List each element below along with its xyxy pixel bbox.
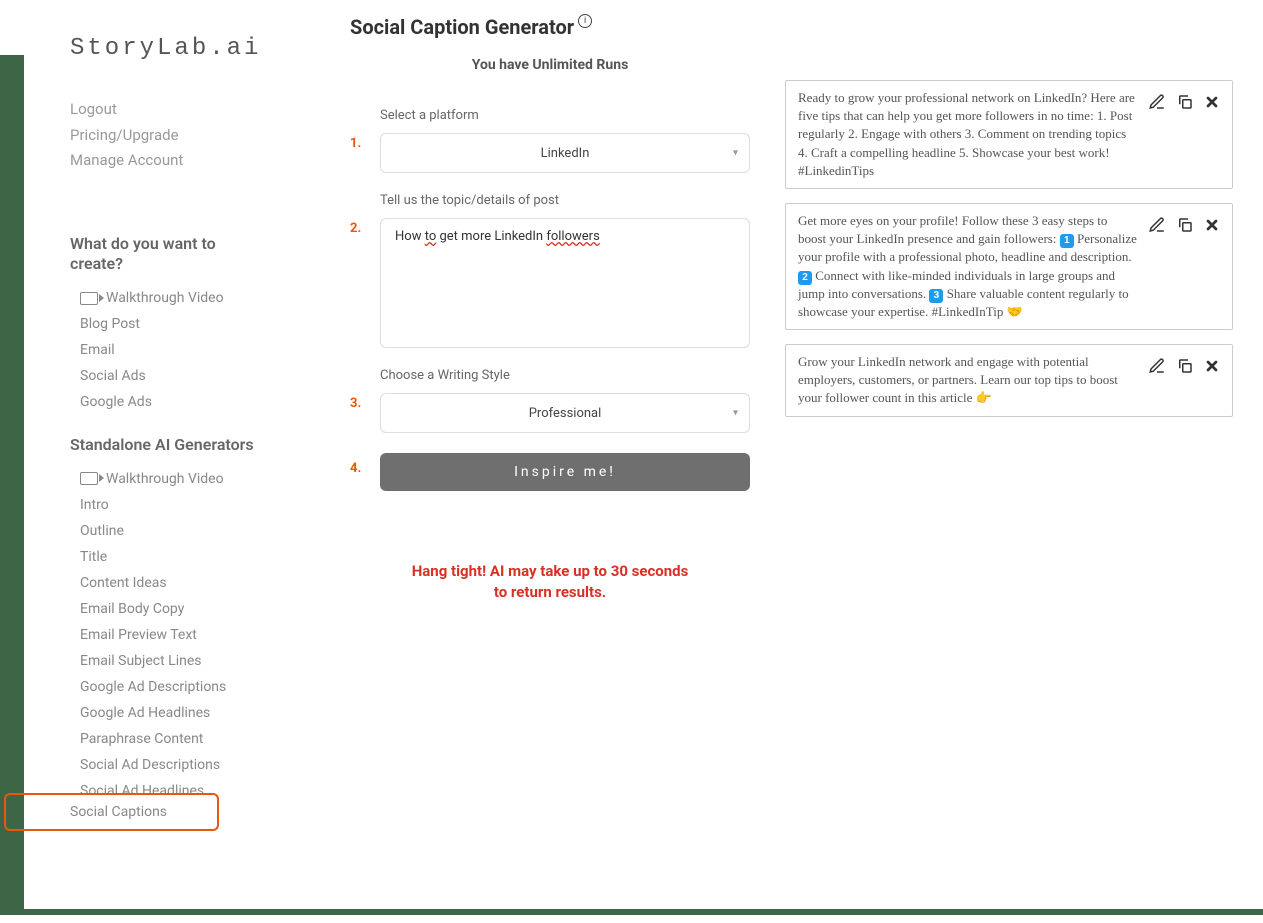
edit-icon[interactable]: [1148, 216, 1166, 234]
step-number: 2.: [350, 221, 368, 236]
step-number: 4.: [350, 461, 368, 476]
logout-link[interactable]: Logout: [70, 97, 270, 123]
result-text: Ready to grow your professional network …: [798, 89, 1138, 180]
section-header-standalone: Standalone AI Generators: [20, 435, 270, 456]
main: Social Caption Generator i You have Unli…: [290, 0, 1263, 844]
style-select[interactable]: Professional: [380, 393, 750, 433]
sidebar-item-walkthrough-2[interactable]: Walkthrough Video: [20, 466, 270, 492]
step-1: 1. Select a platform LinkedIn ▾: [350, 108, 750, 173]
sidebar-item-email[interactable]: Email: [20, 337, 270, 363]
step-4: 4. Inspire me!: [350, 453, 750, 491]
step-number: 1.: [350, 136, 368, 151]
sidebar-item-google-ad-head[interactable]: Google Ad Headlines: [20, 700, 270, 726]
result-card: Ready to grow your professional network …: [785, 80, 1233, 189]
result-card: Get more eyes on your profile! Follow th…: [785, 203, 1233, 330]
result-actions: [1148, 89, 1220, 111]
video-icon: [80, 472, 98, 485]
sidebar-item-email-body[interactable]: Email Body Copy: [20, 596, 270, 622]
result-text: Get more eyes on your profile! Follow th…: [798, 212, 1138, 321]
manage-account-link[interactable]: Manage Account: [70, 148, 270, 174]
sidebar-item-email-subject[interactable]: Email Subject Lines: [20, 648, 270, 674]
account-links: Logout Pricing/Upgrade Manage Account: [20, 97, 270, 174]
inspire-button[interactable]: Inspire me!: [380, 453, 750, 491]
sidebar-item-blog-post[interactable]: Blog Post: [20, 311, 270, 337]
result-actions: [1148, 212, 1220, 234]
step-2: 2. Tell us the topic/details of post How…: [350, 193, 750, 348]
step-2-label: Tell us the topic/details of post: [380, 193, 750, 208]
copy-icon[interactable]: [1176, 93, 1194, 111]
step-3-label: Choose a Writing Style: [380, 368, 750, 383]
edit-icon[interactable]: [1148, 357, 1166, 375]
edit-icon[interactable]: [1148, 93, 1166, 111]
form-column: Social Caption Generator i You have Unli…: [350, 15, 750, 824]
result-card: Grow your LinkedIn network and engage wi…: [785, 344, 1233, 417]
results-column: Ready to grow your professional network …: [785, 15, 1233, 824]
sidebar-item-email-preview[interactable]: Email Preview Text: [20, 622, 270, 648]
wait-message: Hang tight! AI may take up to 30 seconds…: [350, 561, 750, 603]
sidebar-item-walkthrough-1[interactable]: Walkthrough Video: [20, 285, 270, 311]
sidebar-item-intro[interactable]: Intro: [20, 492, 270, 518]
section-header-create: What do you want to create?: [20, 234, 270, 276]
sidebar-item-social-ad-desc[interactable]: Social Ad Descriptions: [20, 752, 270, 778]
topic-textarea[interactable]: How to get more LinkedIn followers: [380, 218, 750, 348]
sidebar-item-label: Walkthrough Video: [106, 471, 224, 487]
video-icon: [80, 292, 98, 305]
sidebar-item-social-ads[interactable]: Social Ads: [20, 363, 270, 389]
pricing-link[interactable]: Pricing/Upgrade: [70, 123, 270, 149]
sidebar-item-outline[interactable]: Outline: [20, 518, 270, 544]
page-title: Social Caption Generator i: [350, 15, 750, 39]
sidebar-item-google-ads[interactable]: Google Ads: [20, 389, 270, 415]
result-actions: [1148, 353, 1220, 375]
sidebar-item-title[interactable]: Title: [20, 544, 270, 570]
step-1-label: Select a platform: [380, 108, 750, 123]
close-icon[interactable]: [1204, 217, 1220, 233]
sidebar: StoryLab.ai Logout Pricing/Upgrade Manag…: [0, 0, 290, 844]
platform-select[interactable]: LinkedIn: [380, 133, 750, 173]
sidebar-item-paraphrase[interactable]: Paraphrase Content: [20, 726, 270, 752]
sidebar-item-google-ad-desc[interactable]: Google Ad Descriptions: [20, 674, 270, 700]
step-number: 3.: [350, 396, 368, 411]
sidebar-item-social-captions[interactable]: Social Captions: [14, 799, 209, 825]
info-icon[interactable]: i: [578, 14, 592, 28]
result-text: Grow your LinkedIn network and engage wi…: [798, 353, 1138, 408]
close-icon[interactable]: [1204, 94, 1220, 110]
step-3: 3. Choose a Writing Style Professional ▾: [350, 368, 750, 433]
logo: StoryLab.ai: [70, 35, 270, 62]
runs-status: You have Unlimited Runs: [350, 57, 750, 73]
copy-icon[interactable]: [1176, 357, 1194, 375]
close-icon[interactable]: [1204, 358, 1220, 374]
sidebar-item-content-ideas[interactable]: Content Ideas: [20, 570, 270, 596]
copy-icon[interactable]: [1176, 216, 1194, 234]
sidebar-item-social-captions-highlight: Social Captions: [4, 793, 219, 831]
sidebar-item-label: Walkthrough Video: [106, 290, 224, 306]
